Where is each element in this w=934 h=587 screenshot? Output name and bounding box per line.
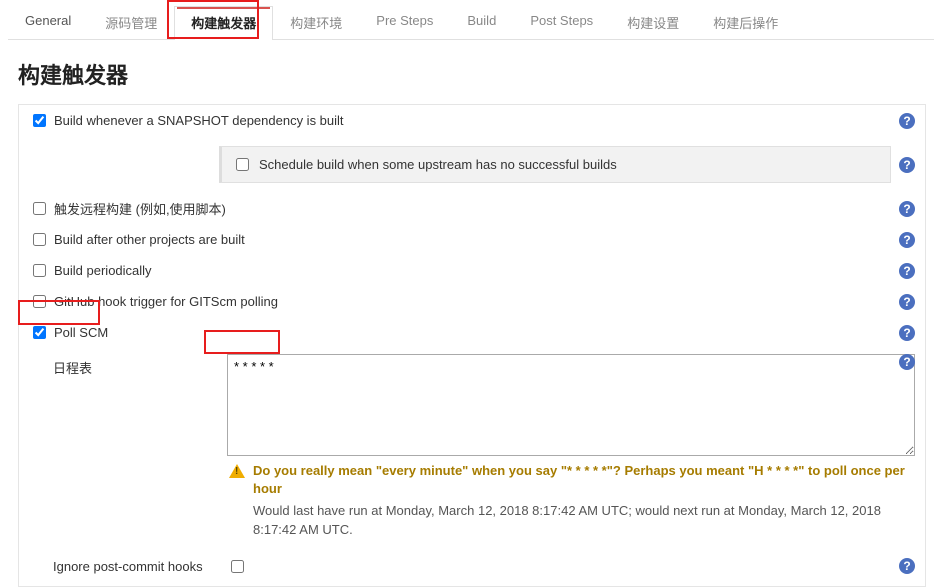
schedule-input[interactable]: [227, 354, 915, 456]
tab-build-settings[interactable]: 构建设置: [610, 6, 696, 40]
checkbox-snapshot[interactable]: [33, 114, 46, 127]
schedule-row: 日程表: [19, 348, 925, 458]
label-github-hook: GitHub hook trigger for GITScm polling: [54, 294, 899, 309]
label-poll-scm: Poll SCM: [54, 325, 899, 340]
schedule-warning: Do you really mean "every minute" when y…: [229, 462, 915, 539]
triggers-panel: Build whenever a SNAPSHOT dependency is …: [18, 104, 926, 587]
warning-icon: [229, 464, 245, 478]
section-title: 构建触发器: [0, 40, 934, 104]
checkbox-github-hook[interactable]: [33, 295, 46, 308]
tab-build[interactable]: Build: [450, 6, 513, 40]
tab-general[interactable]: General: [8, 6, 88, 40]
label-snapshot: Build whenever a SNAPSHOT dependency is …: [54, 113, 899, 128]
help-icon[interactable]: [899, 325, 915, 341]
row-github-hook: GitHub hook trigger for GITScm polling: [19, 286, 925, 317]
help-icon[interactable]: [899, 232, 915, 248]
help-icon[interactable]: [899, 113, 915, 129]
label-build-periodically: Build periodically: [54, 263, 899, 278]
row-ignore-hooks: Ignore post-commit hooks: [19, 547, 925, 586]
tab-pre-steps[interactable]: Pre Steps: [359, 6, 450, 40]
row-snapshot: Build whenever a SNAPSHOT dependency is …: [19, 105, 925, 136]
tab-post-steps[interactable]: Post Steps: [513, 6, 610, 40]
tab-build-env[interactable]: 构建环境: [273, 6, 359, 40]
checkbox-remote-trigger[interactable]: [33, 202, 46, 215]
row-build-periodically: Build periodically: [19, 255, 925, 286]
help-icon[interactable]: [899, 201, 915, 217]
tab-post-build[interactable]: 构建后操作: [696, 6, 795, 40]
checkbox-upstream-no-success[interactable]: [236, 158, 249, 171]
help-icon[interactable]: [899, 157, 915, 173]
tab-scm[interactable]: 源码管理: [88, 6, 174, 40]
label-ignore-hooks: Ignore post-commit hooks: [29, 559, 227, 574]
warning-head: Do you really mean "every minute" when y…: [253, 462, 915, 498]
help-icon[interactable]: [899, 354, 915, 370]
checkbox-build-periodically[interactable]: [33, 264, 46, 277]
checkbox-ignore-hooks[interactable]: [231, 560, 244, 573]
config-tabs: General 源码管理 构建触发器 构建环境 Pre Steps Build …: [8, 0, 934, 40]
row-upstream-no-success: Schedule build when some upstream has no…: [19, 136, 925, 193]
checkbox-poll-scm[interactable]: [33, 326, 46, 339]
label-remote-trigger: 触发远程构建 (例如,使用脚本): [54, 199, 899, 218]
warning-body: Would last have run at Monday, March 12,…: [253, 502, 915, 538]
schedule-label: 日程表: [29, 354, 227, 456]
row-build-after: Build after other projects are built: [19, 224, 925, 255]
help-icon[interactable]: [899, 263, 915, 279]
help-icon[interactable]: [899, 294, 915, 310]
label-build-after: Build after other projects are built: [54, 232, 899, 247]
tab-build-triggers[interactable]: 构建触发器: [174, 6, 273, 40]
checkbox-build-after[interactable]: [33, 233, 46, 246]
row-remote-trigger: 触发远程构建 (例如,使用脚本): [19, 193, 925, 224]
row-poll-scm: Poll SCM: [19, 317, 925, 348]
help-icon[interactable]: [899, 558, 915, 574]
label-upstream-no-success: Schedule build when some upstream has no…: [259, 157, 617, 172]
